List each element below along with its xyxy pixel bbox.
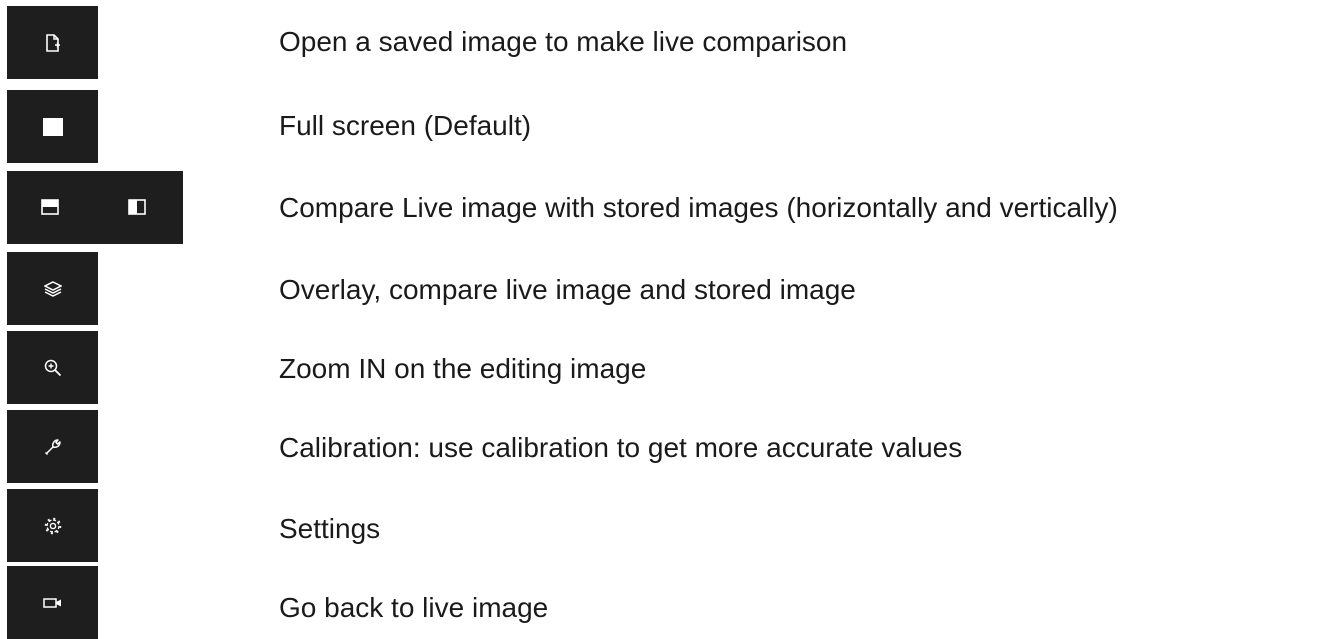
overlay-label: Overlay, compare live image and stored i…	[279, 274, 856, 305]
live-image-button[interactable]	[7, 566, 98, 639]
zoom-in-button[interactable]	[7, 331, 98, 404]
split-horizontal-button[interactable]	[41, 199, 59, 215]
split-vertical-button[interactable]	[128, 199, 146, 215]
layers-icon	[43, 280, 62, 297]
split-vertical-icon	[128, 199, 146, 215]
open-file-icon	[45, 33, 61, 52]
open-saved-image-label: Open a saved image to make live comparis…	[279, 26, 848, 57]
live-image-label: Go back to live image	[279, 592, 549, 623]
compare-split-group	[7, 171, 183, 244]
settings-label: Settings	[279, 513, 381, 544]
zoom-in-icon	[44, 359, 62, 377]
camera-icon	[42, 597, 63, 609]
full-screen-label: Full screen (Default)	[279, 110, 532, 141]
full-screen-button[interactable]	[7, 90, 98, 163]
split-horizontal-icon	[41, 199, 59, 215]
open-saved-image-button[interactable]	[7, 6, 98, 79]
full-screen-icon	[42, 117, 63, 136]
settings-button[interactable]	[7, 489, 98, 562]
wrench-icon	[44, 438, 62, 456]
zoom-in-label: Zoom IN on the editing image	[279, 353, 647, 384]
calibration-label: Calibration: use calibration to get more…	[279, 432, 963, 463]
gear-icon	[44, 517, 62, 535]
calibration-button[interactable]	[7, 410, 98, 483]
overlay-button[interactable]	[7, 252, 98, 325]
compare-split-label: Compare Live image with stored images (h…	[279, 192, 1118, 223]
